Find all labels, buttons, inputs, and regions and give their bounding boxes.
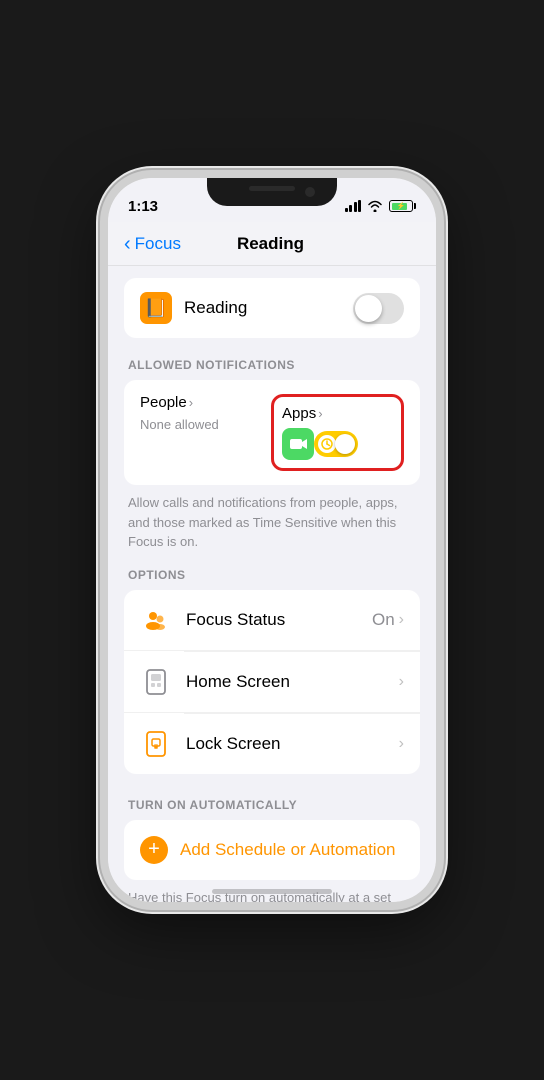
toggle-knob (355, 295, 382, 322)
notifications-card: People › None allowed Apps › (124, 380, 420, 485)
home-screen-row[interactable]: Home Screen › (124, 652, 420, 713)
reading-toggle-card: 📙 Reading (124, 278, 420, 338)
home-screen-chevron: › (399, 673, 404, 691)
home-screen-label: Home Screen (186, 672, 399, 692)
app-icons-row (282, 428, 393, 460)
lock-screen-row[interactable]: Lock Screen › (124, 714, 420, 774)
focus-status-value: On (372, 610, 395, 630)
reading-label: Reading (184, 298, 353, 318)
add-icon: + (140, 836, 168, 864)
focus-status-row[interactable]: Focus Status On › (124, 590, 420, 651)
back-label: Focus (135, 234, 181, 254)
lock-screen-label: Lock Screen (186, 734, 399, 754)
focus-status-chevron: › (399, 611, 404, 629)
focus-status-icon (140, 604, 172, 636)
home-indicator[interactable] (212, 889, 332, 894)
battery-icon: ⚡ (389, 200, 416, 212)
back-button[interactable]: ‹ Focus (124, 234, 181, 254)
options-header: OPTIONS (124, 568, 420, 582)
auto-header: TURN ON AUTOMATICALLY (124, 798, 420, 812)
main-content: 📙 Reading ALLOWED NOTIFICATIONS People › (108, 266, 436, 902)
add-schedule-row[interactable]: + Add Schedule or Automation (124, 820, 420, 880)
app-icon-green (282, 428, 314, 460)
people-title: People › (140, 394, 251, 411)
home-screen-icon (140, 666, 172, 698)
people-notifications[interactable]: People › None allowed (140, 394, 251, 471)
add-schedule-label: Add Schedule or Automation (180, 840, 395, 860)
lock-screen-chevron: › (399, 735, 404, 753)
status-time: 1:13 (128, 198, 158, 215)
allowed-notifications-header: ALLOWED NOTIFICATIONS (124, 358, 420, 372)
apps-toggle (314, 431, 358, 457)
people-subtitle: None allowed (140, 417, 251, 432)
apps-chevron: › (318, 406, 322, 421)
reading-icon: 📙 (140, 292, 172, 324)
lock-screen-icon (140, 728, 172, 760)
clock-icon (318, 435, 336, 453)
notifications-info-text: Allow calls and notifications from peopl… (124, 493, 420, 568)
page-title: Reading (181, 234, 360, 254)
reading-row: 📙 Reading (124, 278, 420, 338)
focus-status-label: Focus Status (186, 610, 372, 630)
notifications-row: People › None allowed Apps › (124, 380, 420, 485)
reading-toggle[interactable] (353, 293, 404, 324)
apps-title: Apps › (282, 405, 393, 422)
wifi-icon (367, 200, 383, 212)
options-card: Focus Status On › Home S (124, 590, 420, 774)
people-chevron: › (189, 395, 193, 410)
toggle-knob-yellow (335, 434, 355, 454)
add-schedule-card: + Add Schedule or Automation (124, 820, 420, 880)
chevron-left-icon: ‹ (124, 234, 131, 254)
nav-bar: ‹ Focus Reading (108, 222, 436, 266)
apps-notifications-highlighted[interactable]: Apps › (271, 394, 404, 471)
status-icons: ⚡ (345, 200, 417, 212)
signal-icon (345, 200, 362, 212)
